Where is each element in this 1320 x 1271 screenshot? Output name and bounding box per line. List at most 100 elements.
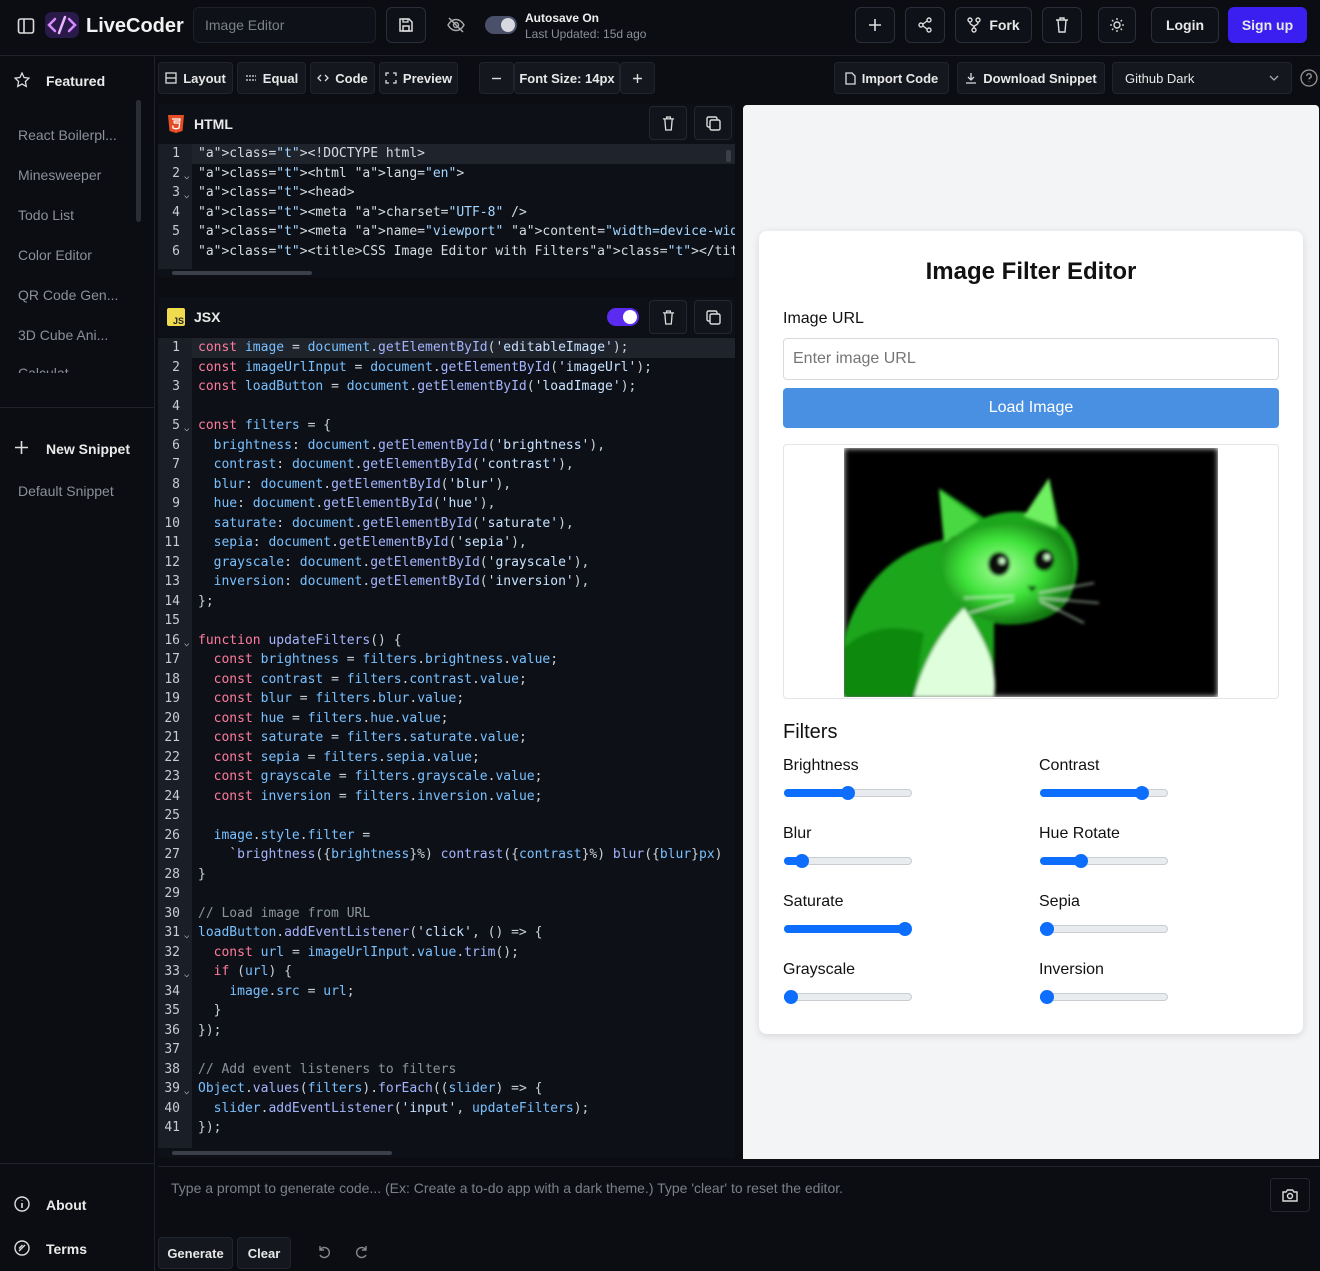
sidebar-item-minesweeper[interactable]: Minesweeper bbox=[18, 167, 133, 183]
filter-slider-blur[interactable] bbox=[784, 854, 912, 868]
filter-slider-brightness[interactable] bbox=[784, 786, 912, 800]
code-line: 25 bbox=[158, 806, 735, 826]
sidebar-scrollbar[interactable] bbox=[136, 100, 141, 222]
clear-jsx-button[interactable] bbox=[649, 300, 687, 334]
preview-button[interactable]: Preview bbox=[379, 62, 458, 94]
filter-slider-grayscale[interactable] bbox=[784, 990, 912, 1004]
screenshot-button[interactable] bbox=[1270, 1178, 1310, 1212]
line-number: 10 bbox=[164, 515, 180, 531]
generate-button[interactable]: Generate bbox=[158, 1237, 233, 1269]
code-line: 22 const sepia = filters.sepia.value; bbox=[158, 748, 735, 768]
jsx-panel-header: JS JSX bbox=[158, 297, 735, 337]
code-text: `brightness({brightness}%) contrast({con… bbox=[229, 847, 723, 862]
slider-thumb[interactable] bbox=[795, 854, 810, 868]
divider bbox=[158, 1166, 1320, 1167]
sidebar-item-calculator[interactable]: Calculat... bbox=[18, 365, 133, 373]
slider-thumb[interactable] bbox=[1040, 990, 1054, 1004]
slider-thumb[interactable] bbox=[898, 922, 912, 936]
about-link[interactable]: About bbox=[46, 1197, 86, 1213]
preview-label: Preview bbox=[402, 70, 453, 86]
download-snippet-button[interactable]: Download Snippet bbox=[957, 62, 1105, 94]
font-increase-button[interactable] bbox=[620, 62, 655, 94]
undo-icon[interactable] bbox=[317, 1245, 331, 1259]
filter-slider-inversion[interactable] bbox=[1040, 990, 1168, 1004]
plus-icon bbox=[869, 19, 881, 31]
new-snippet-button[interactable]: New Snippet bbox=[46, 441, 130, 457]
download-label: Download Snippet bbox=[983, 70, 1097, 86]
login-button[interactable]: Login bbox=[1151, 7, 1219, 43]
copy-html-button[interactable] bbox=[694, 106, 732, 140]
signup-button[interactable]: Sign up bbox=[1228, 7, 1307, 43]
slider-thumb[interactable] bbox=[784, 990, 798, 1004]
terms-link[interactable]: Terms bbox=[46, 1241, 87, 1257]
code-text: const saturate = filters.saturate.value; bbox=[213, 730, 527, 745]
code-line: 34 image.src = url; bbox=[158, 982, 735, 1002]
code-line: 29 bbox=[158, 884, 735, 904]
sidebar-item-color-editor[interactable]: Color Editor bbox=[18, 247, 133, 263]
image-url-input[interactable] bbox=[783, 338, 1279, 380]
code-button[interactable]: Code bbox=[310, 62, 375, 94]
filter-slider-contrast[interactable] bbox=[1040, 786, 1168, 800]
sidebar-toggle-icon[interactable] bbox=[17, 17, 35, 35]
sidebar-item-react-boilerplate[interactable]: React Boilerpl... bbox=[18, 127, 133, 143]
jsx-toggle[interactable] bbox=[607, 308, 639, 326]
jsx-code-editor[interactable]: 1 const image = document.getElementById('… bbox=[158, 338, 735, 1148]
sidebar-item-todo-list[interactable]: Todo List bbox=[18, 207, 133, 223]
help-icon[interactable] bbox=[1300, 69, 1318, 87]
slider-thumb[interactable] bbox=[1074, 854, 1089, 868]
filter-slider-hue-rotate[interactable] bbox=[1040, 854, 1168, 868]
delete-button[interactable] bbox=[1042, 7, 1082, 43]
clear-html-button[interactable] bbox=[649, 106, 687, 140]
clear-button[interactable]: Clear bbox=[237, 1237, 291, 1269]
font-decrease-button[interactable] bbox=[479, 62, 514, 94]
save-button[interactable] bbox=[386, 7, 426, 43]
line-number: 1 bbox=[172, 146, 180, 161]
featured-label: Featured bbox=[46, 73, 106, 89]
equal-button[interactable]: Equal bbox=[237, 62, 306, 94]
code-line: 2 const imageUrlInput = document.getEleme… bbox=[158, 358, 735, 378]
theme-toggle-button[interactable] bbox=[1098, 7, 1136, 43]
horizontal-scrollbar[interactable] bbox=[172, 271, 312, 275]
code-line: 5 "a">class="t"><meta "a">name="viewport"… bbox=[158, 222, 735, 242]
logo-icon bbox=[44, 11, 80, 39]
code-text: function updateFilters() { bbox=[198, 632, 402, 648]
sidebar-item-qr-code[interactable]: QR Code Gen... bbox=[18, 287, 133, 303]
slider-thumb[interactable] bbox=[1040, 922, 1054, 936]
code-line: 6 "a">class="t"><title>CSS Image Editor w… bbox=[158, 242, 735, 262]
theme-select[interactable]: Github Dark bbox=[1112, 62, 1292, 94]
slider-thumb[interactable] bbox=[841, 786, 855, 800]
load-image-button[interactable]: Load Image bbox=[783, 388, 1279, 428]
share-button[interactable] bbox=[905, 7, 945, 43]
vertical-scrollbar[interactable] bbox=[726, 150, 731, 162]
sidebar-divider bbox=[0, 1163, 154, 1164]
import-code-button[interactable]: Import Code bbox=[834, 62, 949, 94]
fork-button[interactable]: Fork bbox=[955, 7, 1032, 43]
visibility-button[interactable] bbox=[436, 7, 476, 43]
copy-jsx-button[interactable] bbox=[694, 300, 732, 334]
line-number: 22 bbox=[164, 749, 180, 765]
image-frame bbox=[783, 444, 1279, 699]
snippet-title-input[interactable] bbox=[193, 7, 376, 43]
fork-label: Fork bbox=[989, 17, 1020, 33]
line-number: 24 bbox=[164, 788, 180, 804]
redo-icon[interactable] bbox=[355, 1245, 369, 1259]
filter-slider-sepia[interactable] bbox=[1040, 922, 1168, 936]
autosave-toggle[interactable] bbox=[485, 16, 517, 34]
filter-label-blur: Blur bbox=[783, 825, 812, 842]
horizontal-scrollbar[interactable] bbox=[172, 1151, 392, 1155]
sidebar-item-default-snippet[interactable]: Default Snippet bbox=[18, 483, 133, 499]
eye-off-icon bbox=[447, 17, 465, 33]
prompt-textarea[interactable]: Type a prompt to generate code... (Ex: C… bbox=[171, 1180, 1251, 1196]
minus-icon bbox=[492, 77, 501, 79]
html-code-editor[interactable]: 1 "a">class="t"><!DOCTYPE html> 2 ⌵ "a">clas… bbox=[158, 144, 735, 269]
slider-thumb[interactable] bbox=[1134, 786, 1149, 800]
code-text: const blur = filters.blur.value; bbox=[213, 691, 465, 706]
add-button[interactable] bbox=[855, 7, 895, 43]
code-line: 27 `brightness({brightness}%) contrast({… bbox=[158, 845, 735, 865]
filter-slider-saturate[interactable] bbox=[784, 922, 912, 936]
line-number: 3 bbox=[172, 379, 180, 394]
line-number: 23 bbox=[164, 769, 180, 784]
sidebar-item-3d-cube[interactable]: 3D Cube Ani... bbox=[18, 327, 133, 343]
layout-button[interactable]: Layout bbox=[158, 62, 233, 94]
html-horizontal-scroll-track bbox=[158, 269, 735, 277]
